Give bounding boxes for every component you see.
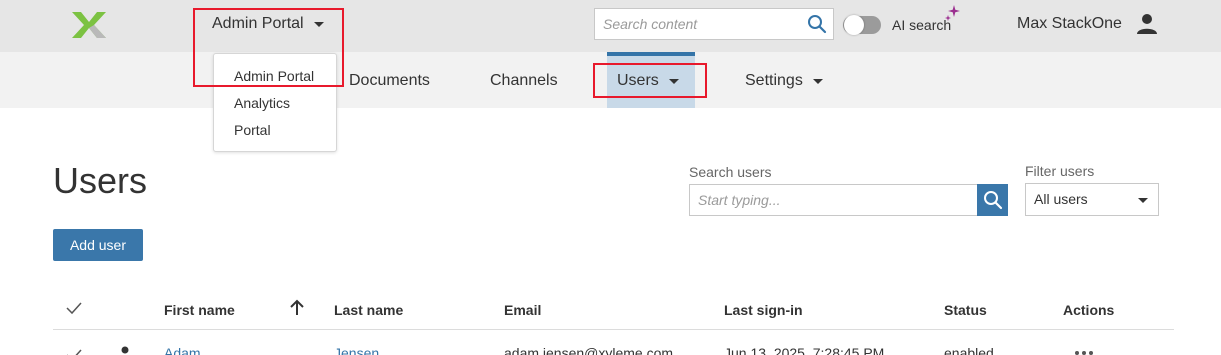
row-status: enabled: [944, 345, 994, 355]
nav-settings[interactable]: Settings: [745, 72, 823, 90]
user-icon[interactable]: [1135, 12, 1159, 36]
column-actions: Actions: [1063, 302, 1115, 318]
highlight-users-nav: [593, 63, 707, 98]
row-last-name[interactable]: Jensen: [334, 345, 379, 355]
select-all-check-icon[interactable]: [66, 301, 82, 315]
nav-channels[interactable]: Channels: [490, 72, 558, 90]
column-email[interactable]: Email: [504, 302, 541, 318]
nav-channels-label: Channels: [490, 72, 558, 89]
sort-ascending-icon[interactable]: [288, 299, 306, 317]
add-user-button[interactable]: Add user: [53, 229, 143, 261]
ai-search-toggle[interactable]: [843, 15, 881, 35]
row-first-name[interactable]: Adam: [164, 345, 201, 355]
nav-settings-label: Settings: [745, 72, 803, 89]
search-users-input[interactable]: [689, 184, 978, 216]
caret-down-icon: [1138, 198, 1148, 203]
row-check-icon[interactable]: [66, 348, 82, 355]
search-users-button[interactable]: [977, 184, 1008, 216]
highlight-portal-switcher: [193, 8, 344, 87]
more-actions-icon[interactable]: [1074, 350, 1094, 355]
filter-users-select[interactable]: All users: [1025, 183, 1159, 216]
global-search: [594, 8, 834, 40]
row-email: adam.jensen@xyleme.com: [504, 345, 674, 355]
table-header-divider: [53, 329, 1174, 330]
user-name[interactable]: Max StackOne: [1017, 15, 1122, 33]
search-icon: [984, 191, 1003, 210]
column-last-signin[interactable]: Last sign-in: [724, 302, 803, 318]
nav-documents-label: Documents: [349, 72, 430, 89]
sparkle-icon: [945, 5, 960, 21]
ai-search-label: AI search: [892, 17, 952, 33]
filter-users-value: All users: [1034, 191, 1088, 207]
global-search-input[interactable]: [595, 9, 795, 39]
xyleme-logo[interactable]: [70, 10, 108, 40]
nav-documents[interactable]: Documents: [349, 72, 430, 90]
person-icon: [121, 346, 129, 354]
portal-menu-item-portal[interactable]: Portal: [234, 122, 271, 138]
search-icon[interactable]: [807, 14, 827, 34]
portal-menu-item-analytics[interactable]: Analytics: [234, 95, 290, 111]
column-status[interactable]: Status: [944, 302, 987, 318]
row-last-signin: Jun 13, 2025, 7:28:45 PM: [724, 345, 885, 355]
caret-down-icon: [812, 78, 823, 84]
column-first-name[interactable]: First name: [164, 302, 235, 318]
toggle-knob: [844, 15, 864, 35]
search-users-label: Search users: [689, 164, 772, 180]
filter-users-label: Filter users: [1025, 163, 1095, 179]
page-title: Users: [53, 160, 148, 201]
column-last-name[interactable]: Last name: [334, 302, 403, 318]
